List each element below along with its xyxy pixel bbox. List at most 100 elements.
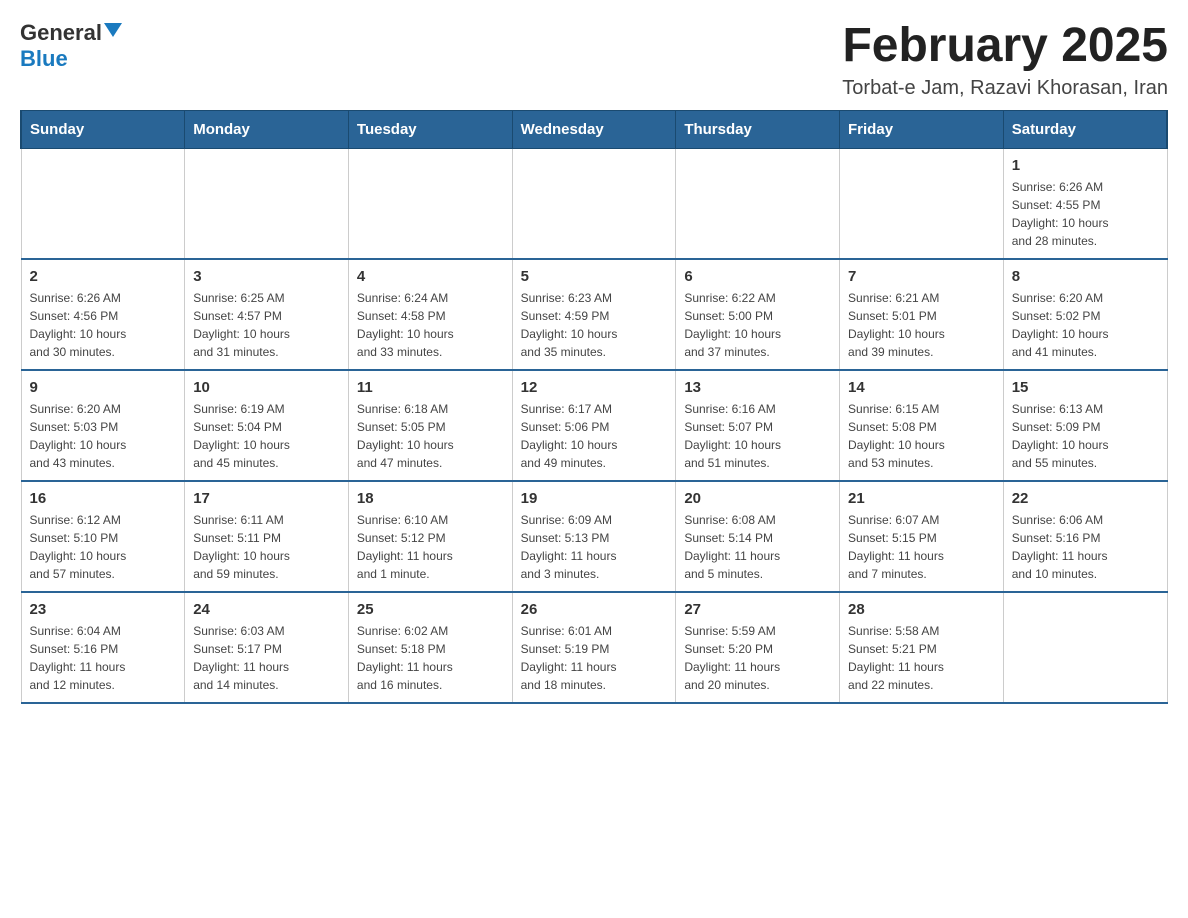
day-info: Sunrise: 6:25 AMSunset: 4:57 PMDaylight:… [193,289,340,361]
calendar-cell: 13Sunrise: 6:16 AMSunset: 5:07 PMDayligh… [676,370,840,481]
day-number: 24 [193,601,340,618]
calendar-week-row: 2Sunrise: 6:26 AMSunset: 4:56 PMDaylight… [21,259,1167,370]
calendar-cell: 16 Sunrise: 6:12 AMSunset: 5:10 PMDayligh… [21,481,185,592]
calendar-cell: 6Sunrise: 6:22 AMSunset: 5:00 PMDaylight… [676,259,840,370]
calendar-cell: 18 Sunrise: 6:10 AMSunset: 5:12 PMDayligh… [348,481,512,592]
day-info: Sunrise: 6:26 AMSunset: 4:55 PMDaylight:… [1012,178,1159,250]
calendar-cell: 8 Sunrise: 6:20 AMSunset: 5:02 PMDaylight… [1003,259,1167,370]
calendar-body: 1 Sunrise: 6:26 AMSunset: 4:55 PMDaylight… [21,148,1167,703]
calendar-cell: 10Sunrise: 6:19 AMSunset: 5:04 PMDayligh… [185,370,349,481]
day-number: 26 [521,601,668,618]
calendar-week-row: 1 Sunrise: 6:26 AMSunset: 4:55 PMDaylight… [21,148,1167,259]
calendar-cell: 21 Sunrise: 6:07 AMSunset: 5:15 PMDayligh… [840,481,1004,592]
calendar-cell: 2Sunrise: 6:26 AMSunset: 4:56 PMDaylight… [21,259,185,370]
day-number: 22 [1012,490,1159,507]
calendar-cell: 22 Sunrise: 6:06 AMSunset: 5:16 PMDayligh… [1003,481,1167,592]
day-info: Sunrise: 6:20 AMSunset: 5:02 PMDaylight:… [1012,289,1159,361]
calendar-cell: 27 Sunrise: 5:59 AMSunset: 5:20 PMDayligh… [676,592,840,703]
month-year-title: February 2025 [842,20,1168,73]
day-number: 7 [848,268,995,285]
day-number: 11 [357,379,504,396]
day-number: 8 [1012,268,1159,285]
calendar-cell [512,148,676,259]
calendar-cell: 4 Sunrise: 6:24 AMSunset: 4:58 PMDaylight… [348,259,512,370]
calendar-cell [676,148,840,259]
calendar-cell: 12 Sunrise: 6:17 AMSunset: 5:06 PMDayligh… [512,370,676,481]
day-info: Sunrise: 6:18 AMSunset: 5:05 PMDaylight:… [357,400,504,472]
day-number: 27 [684,601,831,618]
calendar-cell: 3 Sunrise: 6:25 AMSunset: 4:57 PMDaylight… [185,259,349,370]
day-info: Sunrise: 6:21 AMSunset: 5:01 PMDaylight:… [848,289,995,361]
logo-blue-text: Blue [20,46,68,71]
calendar-cell: 23Sunrise: 6:04 AMSunset: 5:16 PMDayligh… [21,592,185,703]
day-info: Sunrise: 6:17 AMSunset: 5:06 PMDaylight:… [521,400,668,472]
calendar-cell: 24 Sunrise: 6:03 AMSunset: 5:17 PMDayligh… [185,592,349,703]
day-info: Sunrise: 6:06 AMSunset: 5:16 PMDaylight:… [1012,511,1159,583]
calendar-cell: 20Sunrise: 6:08 AMSunset: 5:14 PMDayligh… [676,481,840,592]
calendar-cell: 1 Sunrise: 6:26 AMSunset: 4:55 PMDaylight… [1003,148,1167,259]
weekday-header-monday: Monday [185,110,349,148]
weekday-header-saturday: Saturday [1003,110,1167,148]
day-info: Sunrise: 6:02 AMSunset: 5:18 PMDaylight:… [357,622,504,694]
day-info: Sunrise: 6:10 AMSunset: 5:12 PMDaylight:… [357,511,504,583]
weekday-header-thursday: Thursday [676,110,840,148]
day-number: 14 [848,379,995,396]
day-info: Sunrise: 6:15 AMSunset: 5:08 PMDaylight:… [848,400,995,472]
weekday-header-sunday: Sunday [21,110,185,148]
title-section: February 2025 Torbat-e Jam, Razavi Khora… [842,20,1168,100]
day-info: Sunrise: 6:08 AMSunset: 5:14 PMDaylight:… [684,511,831,583]
calendar-cell: 5 Sunrise: 6:23 AMSunset: 4:59 PMDaylight… [512,259,676,370]
day-info: Sunrise: 6:12 AMSunset: 5:10 PMDaylight:… [30,511,177,583]
day-number: 1 [1012,157,1159,174]
day-info: Sunrise: 6:23 AMSunset: 4:59 PMDaylight:… [521,289,668,361]
calendar-cell [21,148,185,259]
calendar-week-row: 16 Sunrise: 6:12 AMSunset: 5:10 PMDayligh… [21,481,1167,592]
weekday-header-wednesday: Wednesday [512,110,676,148]
day-number: 6 [684,268,831,285]
day-info: Sunrise: 5:58 AMSunset: 5:21 PMDaylight:… [848,622,995,694]
calendar-cell: 15Sunrise: 6:13 AMSunset: 5:09 PMDayligh… [1003,370,1167,481]
day-info: Sunrise: 6:11 AMSunset: 5:11 PMDaylight:… [193,511,340,583]
day-number: 15 [1012,379,1159,396]
weekday-header-row: SundayMondayTuesdayWednesdayThursdayFrid… [21,110,1167,148]
calendar-cell: 11 Sunrise: 6:18 AMSunset: 5:05 PMDayligh… [348,370,512,481]
calendar-header: SundayMondayTuesdayWednesdayThursdayFrid… [21,110,1167,148]
day-number: 28 [848,601,995,618]
day-info: Sunrise: 6:01 AMSunset: 5:19 PMDaylight:… [521,622,668,694]
day-number: 10 [193,379,340,396]
calendar-cell: 14 Sunrise: 6:15 AMSunset: 5:08 PMDayligh… [840,370,1004,481]
day-number: 18 [357,490,504,507]
calendar-table: SundayMondayTuesdayWednesdayThursdayFrid… [20,110,1168,704]
day-number: 25 [357,601,504,618]
day-number: 9 [30,379,177,396]
calendar-cell: 19Sunrise: 6:09 AMSunset: 5:13 PMDayligh… [512,481,676,592]
calendar-cell: 25 Sunrise: 6:02 AMSunset: 5:18 PMDayligh… [348,592,512,703]
calendar-cell [1003,592,1167,703]
day-info: Sunrise: 5:59 AMSunset: 5:20 PMDaylight:… [684,622,831,694]
day-info: Sunrise: 6:16 AMSunset: 5:07 PMDaylight:… [684,400,831,472]
calendar-cell [185,148,349,259]
calendar-cell: 28 Sunrise: 5:58 AMSunset: 5:21 PMDayligh… [840,592,1004,703]
day-number: 5 [521,268,668,285]
day-number: 16 [30,490,177,507]
day-info: Sunrise: 6:03 AMSunset: 5:17 PMDaylight:… [193,622,340,694]
logo-triangle-icon [104,23,122,41]
calendar-cell [840,148,1004,259]
day-info: Sunrise: 6:20 AMSunset: 5:03 PMDaylight:… [30,400,177,472]
calendar-week-row: 9 Sunrise: 6:20 AMSunset: 5:03 PMDaylight… [21,370,1167,481]
day-number: 4 [357,268,504,285]
day-number: 12 [521,379,668,396]
calendar-cell [348,148,512,259]
day-info: Sunrise: 6:07 AMSunset: 5:15 PMDaylight:… [848,511,995,583]
day-number: 3 [193,268,340,285]
day-info: Sunrise: 6:09 AMSunset: 5:13 PMDaylight:… [521,511,668,583]
page-header: General Blue February 2025 Torbat-e Jam,… [20,20,1168,100]
day-info: Sunrise: 6:24 AMSunset: 4:58 PMDaylight:… [357,289,504,361]
weekday-header-tuesday: Tuesday [348,110,512,148]
calendar-cell: 17Sunrise: 6:11 AMSunset: 5:11 PMDayligh… [185,481,349,592]
logo-general-text: General [20,20,102,46]
calendar-cell: 7 Sunrise: 6:21 AMSunset: 5:01 PMDaylight… [840,259,1004,370]
day-info: Sunrise: 6:26 AMSunset: 4:56 PMDaylight:… [30,289,177,361]
weekday-header-friday: Friday [840,110,1004,148]
day-number: 21 [848,490,995,507]
